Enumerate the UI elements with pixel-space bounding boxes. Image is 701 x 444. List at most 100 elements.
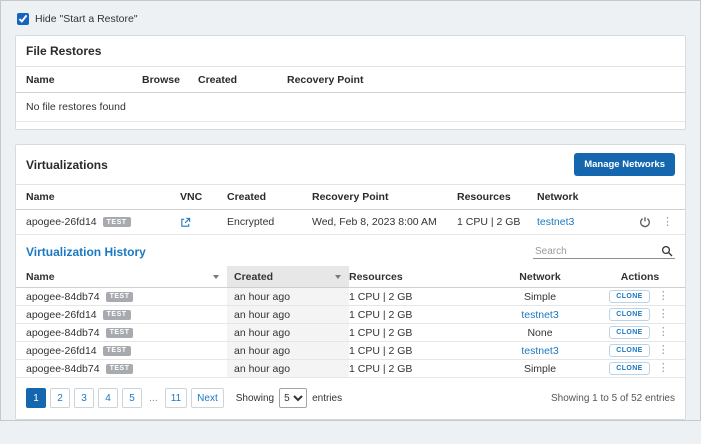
- page-button-11[interactable]: 11: [164, 388, 188, 408]
- history-network[interactable]: None: [527, 327, 552, 339]
- vm-name: apogee-84db74: [26, 362, 100, 375]
- kebab-menu-icon[interactable]: [656, 327, 671, 338]
- test-badge: TEST: [102, 345, 131, 356]
- history-row: apogee-26fd14 TEST an hour ago 1 CPU | 2…: [16, 342, 685, 360]
- column-header-actions: Actions: [620, 270, 660, 283]
- virtualizations-title: Virtualizations: [26, 157, 108, 172]
- kebab-menu-icon[interactable]: [656, 309, 671, 320]
- search-icon[interactable]: [661, 245, 673, 257]
- vm-resources: 1 CPU | 2 GB: [457, 216, 521, 228]
- clone-button[interactable]: CLONE: [609, 308, 650, 321]
- page: Hide "Start a Restore" File Restores Nam…: [1, 1, 700, 444]
- column-header-resources: Resources: [457, 191, 511, 203]
- vm-name: apogee-26fd14: [26, 308, 97, 321]
- file-restores-title: File Restores: [26, 44, 102, 58]
- history-row: apogee-26fd14 TEST an hour ago 1 CPU | 2…: [16, 306, 685, 324]
- column-header-name: Name: [26, 73, 55, 86]
- column-header-name[interactable]: Name: [26, 266, 227, 287]
- kebab-menu-icon[interactable]: [656, 363, 671, 374]
- column-header-browse: Browse: [142, 73, 180, 86]
- column-header-name: Name: [26, 191, 55, 203]
- history-resources: 1 CPU | 2 GB: [349, 362, 413, 375]
- vm-network-link[interactable]: testnet3: [537, 216, 574, 228]
- vm-name: apogee-84db74: [26, 290, 100, 303]
- kebab-menu-icon[interactable]: [656, 291, 671, 302]
- vm-name: apogee-26fd14: [26, 344, 97, 357]
- virtualization-history-title: Virtualization History: [26, 244, 146, 259]
- history-table-body: apogee-84db74 TEST an hour ago 1 CPU | 2…: [16, 288, 685, 378]
- file-restores-header: File Restores: [16, 36, 685, 67]
- kebab-menu-icon[interactable]: [656, 345, 671, 356]
- page-button-5[interactable]: 5: [122, 388, 142, 408]
- sort-caret-icon: [335, 274, 341, 279]
- file-restores-empty-message: No file restores found: [16, 93, 685, 122]
- column-header-recovery-point: Recovery Point: [287, 73, 364, 86]
- history-resources: 1 CPU | 2 GB: [349, 290, 413, 303]
- history-network[interactable]: Simple: [524, 291, 556, 303]
- history-column-headers: Name Created Resources Network Actions: [16, 266, 685, 288]
- file-restores-card: File Restores Name Browse Created Recove…: [15, 35, 686, 130]
- test-badge: TEST: [105, 291, 134, 302]
- history-resources: 1 CPU | 2 GB: [349, 326, 413, 339]
- pagination-summary: Showing 1 to 5 of 52 entries: [551, 392, 675, 404]
- search-input[interactable]: [535, 245, 661, 257]
- pagination-ellipsis: ...: [149, 392, 158, 404]
- history-created: an hour ago: [227, 342, 349, 359]
- power-icon[interactable]: [639, 216, 651, 228]
- sort-caret-icon: [213, 274, 219, 279]
- clone-button[interactable]: CLONE: [609, 362, 650, 375]
- column-header-resources: Resources: [349, 270, 403, 283]
- page-button-2[interactable]: 2: [50, 388, 70, 408]
- column-header-network: Network: [537, 191, 579, 203]
- virtualizations-header: Virtualizations Manage Networks: [16, 145, 685, 185]
- clone-button[interactable]: CLONE: [609, 344, 650, 357]
- page-button-3[interactable]: 3: [74, 388, 94, 408]
- page-size-select[interactable]: 5: [279, 388, 308, 408]
- showing-label: Showing: [235, 392, 275, 404]
- hide-restore-label: Hide "Start a Restore": [35, 13, 138, 25]
- test-badge: TEST: [102, 309, 131, 320]
- column-header-created: Created: [227, 191, 267, 203]
- history-resources: 1 CPU | 2 GB: [349, 344, 413, 357]
- history-created: an hour ago: [227, 306, 349, 323]
- history-created: an hour ago: [227, 360, 349, 377]
- virtualizations-column-headers: Name VNC Created Recovery Point Resource…: [16, 185, 685, 210]
- vnc-external-link-icon[interactable]: [180, 217, 191, 228]
- pagination-bar: 1 2 3 4 5 ... 11 Next Showing 5 entries …: [16, 378, 685, 419]
- history-row: apogee-84db74 TEST an hour ago 1 CPU | 2…: [16, 288, 685, 306]
- next-page-button[interactable]: Next: [191, 388, 224, 408]
- vm-name: apogee-26fd14: [26, 216, 97, 228]
- virtualizations-card: Virtualizations Manage Networks Name VNC…: [15, 144, 686, 420]
- history-created: an hour ago: [227, 288, 349, 305]
- search-box: [533, 244, 675, 259]
- test-badge: TEST: [105, 327, 134, 338]
- history-created: an hour ago: [227, 324, 349, 341]
- column-header-network: Network: [519, 270, 561, 283]
- manage-networks-button[interactable]: Manage Networks: [574, 153, 675, 176]
- hide-restore-checkbox[interactable]: [17, 13, 29, 25]
- column-header-created[interactable]: Created: [227, 266, 349, 287]
- history-network[interactable]: Simple: [524, 363, 556, 375]
- history-resources: 1 CPU | 2 GB: [349, 308, 413, 321]
- test-badge: TEST: [105, 363, 134, 374]
- column-header-created: Created: [198, 73, 238, 86]
- page-button-4[interactable]: 4: [98, 388, 118, 408]
- kebab-menu-icon[interactable]: [660, 217, 675, 228]
- page-button-1[interactable]: 1: [26, 388, 46, 408]
- virtualization-row: apogee-26fd14 TEST Encrypted Wed, Feb 8,…: [16, 210, 685, 235]
- column-header-created-label: Created: [234, 270, 274, 283]
- clone-button[interactable]: CLONE: [609, 290, 650, 303]
- history-network[interactable]: testnet3: [521, 309, 558, 321]
- virtualization-history-header: Virtualization History: [16, 235, 685, 266]
- history-network[interactable]: testnet3: [521, 345, 558, 357]
- column-header-name-label: Name: [26, 270, 55, 283]
- clone-button[interactable]: CLONE: [609, 326, 650, 339]
- hide-restore-row: Hide "Start a Restore": [17, 13, 686, 25]
- vm-recovery-point: Wed, Feb 8, 2023 8:00 AM: [312, 216, 437, 228]
- column-header-recovery-point: Recovery Point: [312, 191, 389, 203]
- entries-label: entries: [312, 392, 343, 404]
- column-header-vnc: VNC: [180, 191, 203, 203]
- test-badge: TEST: [102, 217, 131, 227]
- history-row: apogee-84db74 TEST an hour ago 1 CPU | 2…: [16, 324, 685, 342]
- file-restores-column-headers: Name Browse Created Recovery Point: [16, 67, 685, 93]
